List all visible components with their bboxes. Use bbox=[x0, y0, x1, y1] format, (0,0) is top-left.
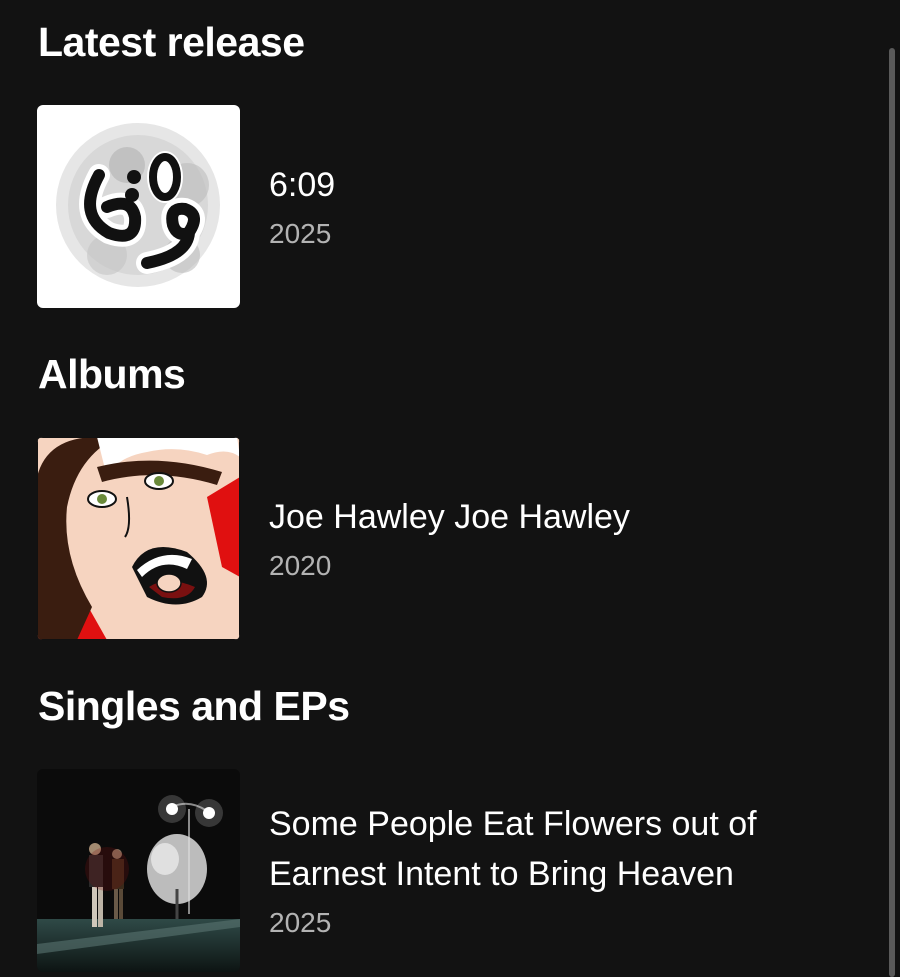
cover-art-6-09 bbox=[37, 105, 240, 308]
section-title-singles-and-eps: Singles and EPs bbox=[38, 683, 350, 729]
release-meta: Some People Eat Flowers out of Earnest I… bbox=[269, 799, 757, 943]
section-title-albums: Albums bbox=[38, 351, 186, 397]
cover-art-some-people-eat-flowers bbox=[37, 769, 240, 972]
release-year: 2020 bbox=[269, 549, 332, 581]
vertical-scrollbar[interactable] bbox=[889, 48, 895, 977]
release-item-single[interactable]: Some People Eat Flowers out of Earnest I… bbox=[37, 769, 837, 972]
six-zero-nine-artwork-icon bbox=[37, 105, 240, 308]
night-street-artwork-icon bbox=[37, 769, 240, 972]
cover-art-joe-hawley bbox=[37, 437, 240, 640]
release-meta: 6:09 2025 bbox=[269, 160, 335, 254]
release-year: 2025 bbox=[269, 217, 332, 249]
release-meta: Joe Hawley Joe Hawley 2020 bbox=[269, 492, 630, 586]
release-title: 6:09 bbox=[269, 165, 336, 204]
release-year: 2025 bbox=[269, 906, 332, 938]
section-title-latest-release: Latest release bbox=[38, 19, 305, 65]
release-item-latest[interactable]: 6:09 2025 bbox=[37, 105, 837, 308]
release-item-album[interactable]: Joe Hawley Joe Hawley 2020 bbox=[37, 437, 837, 640]
discography-page: Latest release 6:09 2025 Albums Joe Hawl… bbox=[0, 0, 900, 977]
cartoon-face-artwork-icon bbox=[37, 437, 240, 640]
release-title: Joe Hawley Joe Hawley bbox=[269, 497, 630, 536]
release-title-line-1: Some People Eat Flowers out of bbox=[269, 804, 757, 843]
release-title-line-2: Earnest Intent to Bring Heaven bbox=[269, 854, 734, 893]
